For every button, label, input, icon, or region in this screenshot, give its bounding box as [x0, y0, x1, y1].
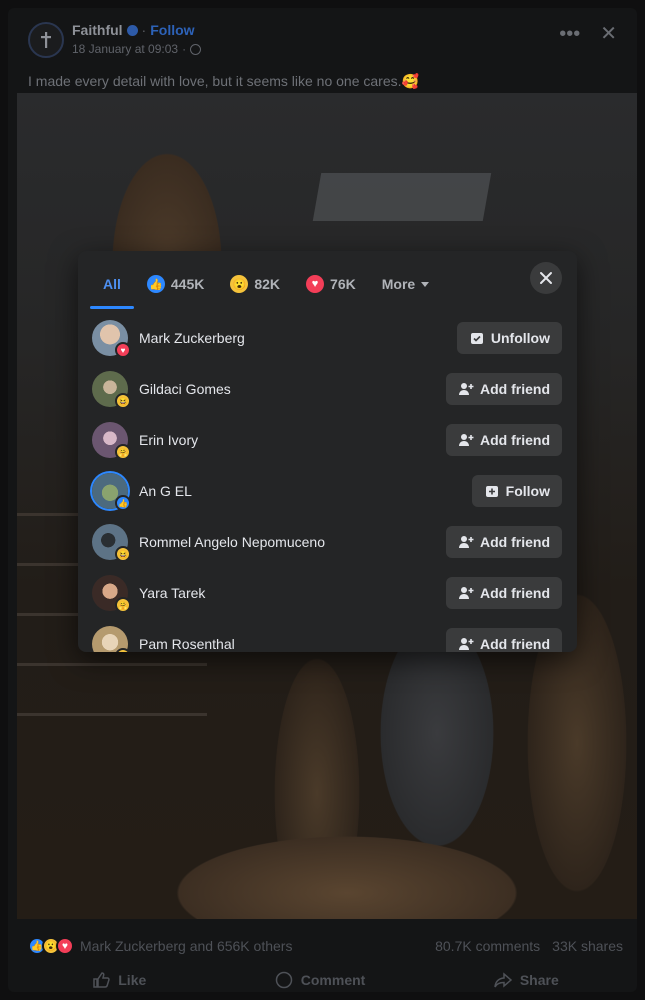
- like-icon: 👍: [146, 275, 165, 293]
- list-item: 🤗 Pam Rosenthal Add friend: [78, 619, 577, 652]
- reactions-dialog: All 👍 445K 😮 82K ♥ 76K More ♥ Mark Zucke…: [78, 251, 577, 652]
- reactors-list: ♥ Mark Zuckerberg Unfollow 😆 Gildaci Gom…: [78, 313, 577, 652]
- reactions-summary[interactable]: Mark Zuckerberg and 656K others: [80, 938, 292, 954]
- tab-count: 82K: [254, 276, 281, 292]
- share-label: Share: [519, 972, 559, 988]
- reactor-name[interactable]: An G EL: [139, 483, 192, 499]
- tab-all[interactable]: All: [90, 261, 134, 309]
- button-label: Add friend: [480, 585, 550, 601]
- button-label: Add friend: [480, 534, 550, 550]
- love-icon: ♥: [115, 342, 131, 358]
- comments-count[interactable]: 80.7K comments: [435, 938, 540, 954]
- add-friend-icon: [459, 587, 474, 599]
- close-icon: [540, 272, 552, 284]
- share-button[interactable]: Share: [494, 971, 559, 989]
- tab-wow[interactable]: 😮 82K: [217, 261, 293, 307]
- reaction-tabs: All 👍 445K 😮 82K ♥ 76K More: [90, 261, 442, 309]
- engagement-counts: 80.7K comments 33K shares: [435, 938, 623, 954]
- verified-badge-icon: [126, 24, 138, 36]
- name-row: Faithful · Follow: [72, 22, 195, 38]
- reactor-name[interactable]: Mark Zuckerberg: [139, 330, 245, 346]
- tab-label: More: [381, 276, 416, 292]
- tab-label: All: [103, 276, 121, 292]
- page-name[interactable]: Faithful: [72, 22, 123, 38]
- list-item: 😆 Gildaci Gomes Add friend: [78, 364, 577, 415]
- post-caption: I made every detail with love, but it se…: [28, 73, 419, 89]
- cross-icon: [41, 32, 51, 48]
- separator: ·: [141, 22, 147, 38]
- haha-icon: 😆: [115, 393, 131, 409]
- comment-icon: [275, 971, 293, 989]
- follow-link[interactable]: Follow: [150, 22, 194, 38]
- add-friend-icon: [459, 434, 474, 446]
- list-item: 👍 An G EL Follow: [78, 466, 577, 517]
- tab-more[interactable]: More: [369, 261, 442, 307]
- care-icon: 🤗: [115, 648, 131, 652]
- reactor-name[interactable]: Yara Tarek: [139, 585, 205, 601]
- love-icon: ♥: [56, 937, 74, 955]
- close-icon[interactable]: ✕: [600, 24, 617, 44]
- caret-down-icon: [421, 281, 430, 287]
- close-dialog-button[interactable]: [530, 262, 562, 294]
- love-icon: ♥: [306, 275, 325, 293]
- reaction-icons[interactable]: 👍 😮 ♥: [28, 937, 74, 955]
- unfollow-button[interactable]: Unfollow: [456, 322, 562, 354]
- add-friend-icon: [459, 383, 474, 395]
- button-label: Add friend: [480, 636, 550, 652]
- share-icon: [494, 972, 512, 988]
- tab-count: 445K: [170, 276, 205, 292]
- page-avatar[interactable]: [28, 22, 64, 58]
- ceiling-light: [312, 173, 492, 221]
- add-friend-button[interactable]: Add friend: [446, 577, 562, 609]
- separator: ·: [182, 42, 187, 56]
- more-icon[interactable]: •••: [559, 24, 580, 44]
- post-timestamp[interactable]: 18 January at 09:03: [72, 42, 178, 56]
- care-icon: 🤗: [115, 597, 131, 613]
- comment-label: Comment: [300, 972, 366, 988]
- reactor-name[interactable]: Gildaci Gomes: [139, 381, 231, 397]
- button-label: Follow: [505, 483, 550, 499]
- follow-icon: [485, 486, 498, 497]
- add-friend-button[interactable]: Add friend: [446, 424, 562, 456]
- add-friend-icon: [459, 638, 474, 650]
- like-icon: [93, 972, 110, 988]
- rack-shelf: [17, 713, 207, 716]
- list-item: 🤗 Yara Tarek Add friend: [78, 568, 577, 619]
- reactor-name[interactable]: Erin Ivory: [139, 432, 198, 448]
- add-friend-button[interactable]: Add friend: [446, 628, 562, 652]
- reactor-name[interactable]: Pam Rosenthal: [139, 636, 235, 652]
- like-button[interactable]: Like: [92, 971, 146, 989]
- comment-button[interactable]: Comment: [275, 971, 366, 989]
- globe-icon: [190, 43, 202, 55]
- list-item: 😆 Rommel Angelo Nepomuceno Add friend: [78, 517, 577, 568]
- add-friend-button[interactable]: Add friend: [446, 526, 562, 558]
- button-label: Add friend: [480, 381, 550, 397]
- button-label: Add friend: [480, 432, 550, 448]
- tab-count: 76K: [330, 276, 356, 292]
- unfollow-icon: [470, 333, 483, 344]
- actions-bar: Like Comment Share: [28, 966, 623, 994]
- list-item: 🤗 Erin Ivory Add friend: [78, 415, 577, 466]
- care-icon: 🤗: [115, 444, 131, 460]
- add-friend-button[interactable]: Add friend: [446, 373, 562, 405]
- tab-like[interactable]: 👍 445K: [134, 261, 217, 307]
- follow-button[interactable]: Follow: [471, 475, 562, 507]
- shares-count[interactable]: 33K shares: [552, 938, 623, 954]
- list-item: ♥ Mark Zuckerberg Unfollow: [78, 313, 577, 364]
- like-label: Like: [118, 972, 147, 988]
- page: Faithful · Follow 18 January at 09:03 · …: [0, 0, 645, 1000]
- add-friend-icon: [459, 536, 474, 548]
- header-actions: ••• ✕: [559, 24, 617, 44]
- meta-row: 18 January at 09:03 ·: [72, 42, 202, 56]
- tab-love[interactable]: ♥ 76K: [293, 261, 369, 307]
- post-header: Faithful · Follow 18 January at 09:03 · …: [28, 20, 621, 64]
- reactor-name[interactable]: Rommel Angelo Nepomuceno: [139, 534, 325, 550]
- button-label: Unfollow: [490, 330, 550, 346]
- rack-shelf: [17, 663, 207, 666]
- reactions-bar: 👍 😮 ♥ Mark Zuckerberg and 656K others 80…: [28, 936, 623, 956]
- wow-icon: 😮: [230, 275, 249, 293]
- haha-icon: 😆: [115, 546, 131, 562]
- like-icon: 👍: [115, 495, 131, 511]
